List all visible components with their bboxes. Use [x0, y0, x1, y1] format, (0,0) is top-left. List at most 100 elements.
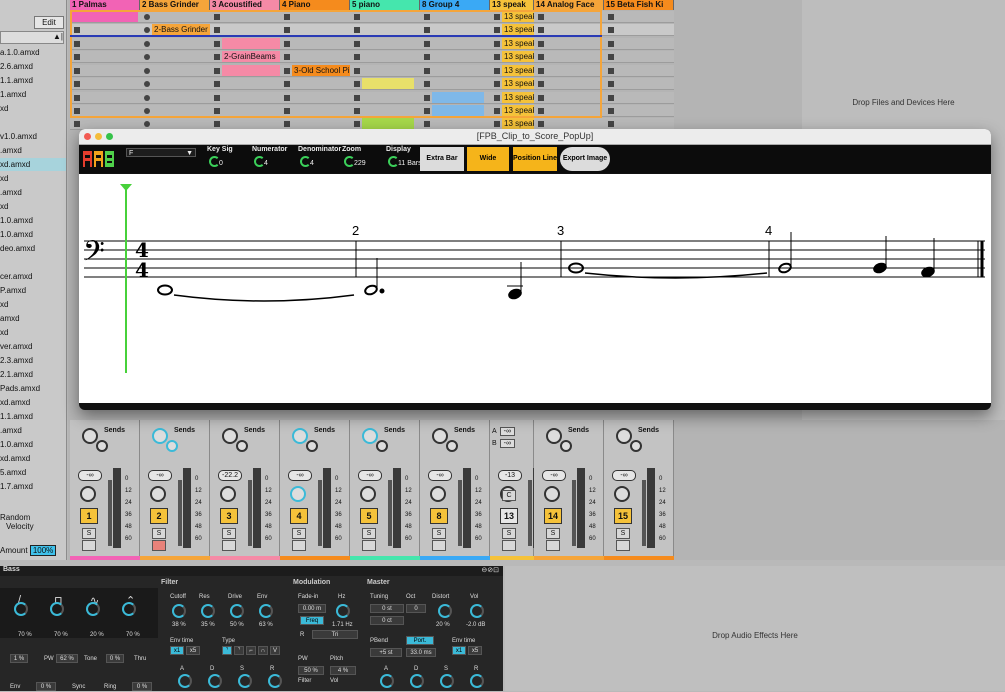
pan-knob[interactable]	[430, 486, 446, 502]
track-header[interactable]: 2 Bass Grinder	[140, 0, 210, 10]
browser-file-item[interactable]: xd	[0, 298, 66, 311]
clip[interactable]: 2-GrainBeams	[222, 51, 280, 62]
clip-slot[interactable]	[420, 11, 490, 23]
clip-slot[interactable]	[534, 65, 604, 77]
crossfade-button[interactable]: C	[502, 490, 516, 501]
edit-button[interactable]: Edit	[34, 16, 64, 29]
solo-button[interactable]: S	[222, 528, 236, 539]
filter-adsr-knob[interactable]	[238, 674, 252, 688]
pan-knob[interactable]	[544, 486, 560, 502]
solo-button[interactable]: S	[616, 528, 630, 539]
send-a-knob[interactable]	[432, 428, 448, 444]
position-line-button[interactable]: Position Line	[513, 147, 557, 171]
clip-slot[interactable]	[350, 51, 420, 63]
track-activator-button[interactable]: 15	[614, 508, 632, 524]
sort-column-header[interactable]: ▲|	[0, 31, 64, 44]
clip-slot[interactable]	[604, 92, 674, 104]
volume-display[interactable]: -13	[498, 470, 522, 481]
port-field[interactable]: 33.0 ms	[406, 648, 436, 657]
send-b-knob[interactable]	[376, 440, 388, 452]
browser-file-item[interactable]: deo.amxd	[0, 242, 66, 255]
browser-file-item[interactable]: 1.7.amxd	[0, 480, 66, 493]
clip-slot[interactable]	[350, 65, 420, 77]
filter-type-icon[interactable]: ⌝	[222, 646, 232, 655]
clip[interactable]: 13 speak	[502, 65, 534, 76]
clip-slot[interactable]	[70, 105, 140, 117]
volume-fader[interactable]	[458, 480, 462, 546]
filter-knob[interactable]	[172, 604, 186, 618]
filter-type-icon[interactable]: ⌐	[246, 646, 256, 655]
send-b-knob[interactable]	[166, 440, 178, 452]
volume-fader[interactable]	[642, 480, 646, 546]
track-activator-button[interactable]: 3	[220, 508, 238, 524]
send-b-knob[interactable]	[630, 440, 642, 452]
lfo-rate-knob[interactable]	[336, 604, 350, 618]
solo-button[interactable]: S	[502, 528, 516, 539]
osc-knob[interactable]	[50, 602, 64, 616]
track-header[interactable]: 4 Piano	[280, 0, 350, 10]
clip[interactable]: 13 speak	[502, 11, 534, 22]
browser-file-item[interactable]: xd.amxd	[0, 396, 66, 409]
amp-adsr-knob[interactable]	[440, 674, 454, 688]
arm-button[interactable]	[362, 540, 376, 551]
clip-slot[interactable]	[140, 38, 210, 50]
clip-slot[interactable]	[350, 38, 420, 50]
clip-slot[interactable]	[534, 92, 604, 104]
browser-file-item[interactable]: .amxd	[0, 144, 66, 157]
arm-button[interactable]	[82, 540, 96, 551]
clip-slot[interactable]	[210, 105, 280, 117]
clip[interactable]	[432, 92, 484, 103]
clip-slot[interactable]	[70, 65, 140, 77]
filter-knob[interactable]	[201, 604, 215, 618]
clip-slot[interactable]	[604, 65, 674, 77]
filter-knob[interactable]	[230, 604, 244, 618]
osc-knob[interactable]	[122, 602, 136, 616]
clip-slot[interactable]	[350, 105, 420, 117]
drop-effects-area[interactable]: Drop Audio Effects Here	[505, 566, 1005, 691]
clip-slot[interactable]	[280, 105, 350, 117]
clip-slot[interactable]	[350, 92, 420, 104]
send-b-knob[interactable]	[236, 440, 248, 452]
arm-button[interactable]	[502, 540, 516, 551]
pan-knob[interactable]	[80, 486, 96, 502]
browser-file-item[interactable]: xd	[0, 326, 66, 339]
clip-slot[interactable]	[534, 11, 604, 23]
pan-knob[interactable]	[290, 486, 306, 502]
score-canvas[interactable]: 𝄢 4 4 2 3 4	[79, 174, 991, 403]
track-header[interactable]: 15 Beta Fish Ki	[604, 0, 674, 10]
volume-fader[interactable]	[572, 480, 576, 546]
clip-slot[interactable]	[280, 38, 350, 50]
solo-button[interactable]: S	[362, 528, 376, 539]
track-activator-button[interactable]: 14	[544, 508, 562, 524]
lfo-shape-select[interactable]: Tri	[312, 630, 358, 639]
browser-file-item[interactable]: 1.1.amxd	[0, 74, 66, 87]
pan-knob[interactable]	[150, 486, 166, 502]
send-a-knob[interactable]	[362, 428, 378, 444]
volume-fader[interactable]	[528, 480, 532, 546]
clip[interactable]: 13 speak	[502, 24, 534, 35]
volume-fader[interactable]	[248, 480, 252, 546]
clip-slot[interactable]	[140, 65, 210, 77]
pan-knob[interactable]	[614, 486, 630, 502]
port-button[interactable]: Port.	[406, 636, 434, 645]
send-b-knob[interactable]	[560, 440, 572, 452]
arm-button[interactable]	[432, 540, 446, 551]
browser-file-item[interactable]: 1.amxd	[0, 88, 66, 101]
browser-file-item[interactable]: ver.amxd	[0, 340, 66, 353]
arm-button[interactable]	[222, 540, 236, 551]
filter-adsr-knob[interactable]	[268, 674, 282, 688]
track-activator-button[interactable]: 2	[150, 508, 168, 524]
env-time2-x1[interactable]: x1	[452, 646, 466, 655]
browser-file-item[interactable]: 5.amxd	[0, 466, 66, 479]
browser-file-item[interactable]: .amxd	[0, 424, 66, 437]
send-a-knob[interactable]	[616, 428, 632, 444]
send-a-knob[interactable]	[82, 428, 98, 444]
clef-select[interactable]: F ▼	[126, 148, 196, 157]
clip-slot[interactable]	[210, 11, 280, 23]
amount-value[interactable]: 100%	[29, 545, 57, 556]
volume-display[interactable]: -∞	[542, 470, 566, 481]
browser-file-item[interactable]: xd	[0, 102, 66, 115]
browser-file-item[interactable]: xd.amxd	[0, 158, 66, 171]
clip[interactable]: 13 speak	[502, 51, 534, 62]
browser-file-item[interactable]: a.1.0.amxd	[0, 46, 66, 59]
